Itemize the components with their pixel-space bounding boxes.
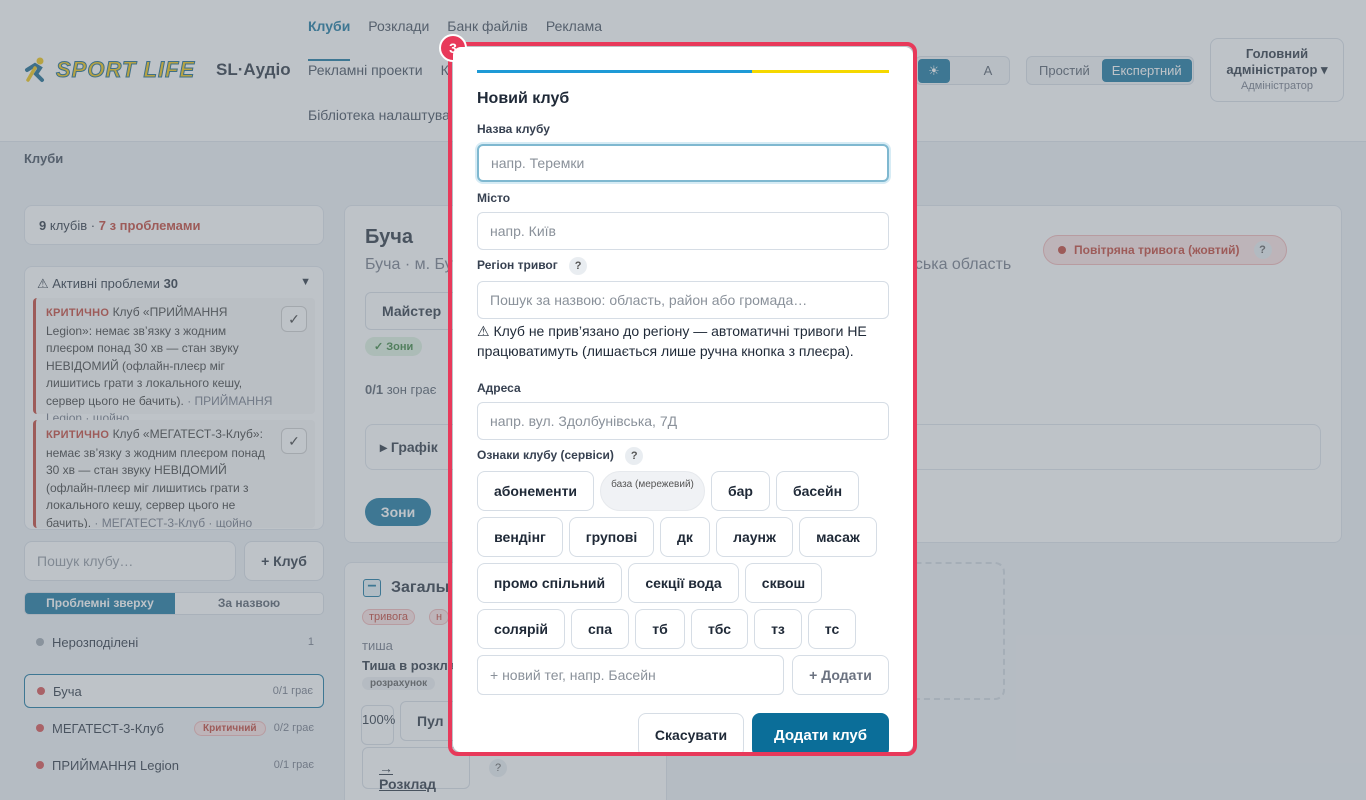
club-name-input[interactable]: [477, 144, 889, 182]
club-tags-label: Ознаки клубу (сервіси) ?: [477, 447, 644, 465]
tag-chip[interactable]: тб: [635, 609, 685, 649]
add-club-submit-button[interactable]: Додати клуб: [752, 713, 889, 752]
tag-chip[interactable]: секції вода: [628, 563, 739, 603]
help-icon[interactable]: ?: [569, 257, 588, 275]
tag-chip[interactable]: тбс: [691, 609, 748, 649]
address-label: Адреса: [477, 381, 521, 395]
cancel-button[interactable]: Скасувати: [638, 713, 744, 752]
tag-chip[interactable]: бар: [711, 471, 770, 511]
region-warning: ⚠ Клуб не прив’язано до регіону — автома…: [477, 323, 867, 359]
alert-region-label-text: Регіон тривог: [477, 258, 558, 273]
tag-chip[interactable]: групові: [569, 517, 654, 557]
add-tag-button[interactable]: + Додати: [792, 655, 889, 695]
city-label: Місто: [477, 191, 511, 205]
alert-region-label: Регіон тривог ?: [477, 257, 588, 275]
club-tags-label-text: Ознаки клубу (сервіси): [477, 448, 614, 463]
address-input[interactable]: [477, 402, 889, 440]
tag-chip[interactable]: промо спільний: [477, 563, 622, 603]
dialog-title: Новий клуб: [477, 90, 570, 107]
club-name-label: Назва клубу: [477, 122, 550, 136]
brand-stripe: [477, 70, 889, 73]
alert-region-search-input[interactable]: [477, 281, 889, 319]
new-tag-input[interactable]: [477, 655, 784, 695]
tag-chip[interactable]: масаж: [799, 517, 877, 557]
tag-chip[interactable]: вендінг: [477, 517, 563, 557]
tag-chip[interactable]: тс: [808, 609, 856, 649]
tag-chip[interactable]: сквош: [745, 563, 822, 603]
tag-chip[interactable]: дк: [660, 517, 710, 557]
city-input[interactable]: [477, 212, 889, 250]
tag-chip[interactable]: солярій: [477, 609, 565, 649]
tag-chip-selected[interactable]: база (мережевий): [600, 471, 705, 511]
tag-chip[interactable]: тз: [754, 609, 802, 649]
new-club-dialog: Новий клуб Назва клубу Місто Регіон трив…: [453, 47, 913, 752]
tag-chip[interactable]: басейн: [776, 471, 859, 511]
help-icon[interactable]: ?: [625, 447, 644, 465]
tag-chip[interactable]: спа: [571, 609, 629, 649]
tag-chip[interactable]: абонементи: [477, 471, 594, 511]
tag-chip[interactable]: лаунж: [716, 517, 793, 557]
